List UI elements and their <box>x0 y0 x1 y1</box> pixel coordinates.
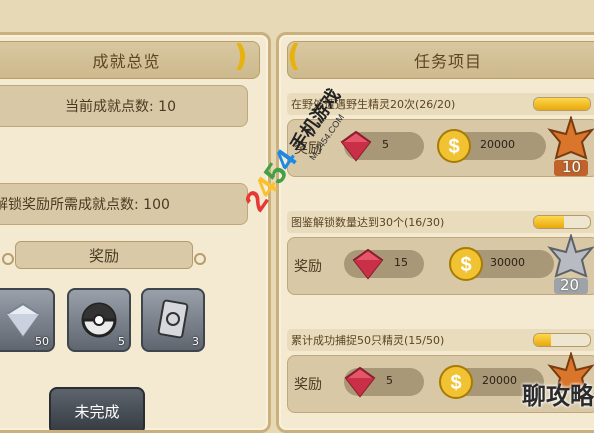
task-reward-row: 奖励 15 $ 30000 20 <box>287 234 594 295</box>
reward-label: 奖励 <box>294 377 322 393</box>
svg-text:$: $ <box>460 254 471 276</box>
task-item: 图鉴解锁数量达到30个(16/30) 奖励 15 $ 30000 20 <box>287 211 594 323</box>
task-progress-fill <box>534 98 590 110</box>
reward-label: 奖励 <box>294 259 322 275</box>
medal-count: 10 <box>562 158 582 176</box>
header-hook-icon: ( <box>287 39 301 74</box>
task-title-bar: 图鉴解锁数量达到30个(16/30) <box>287 211 594 233</box>
medal-count: 20 <box>560 276 580 294</box>
reward-slot-card[interactable]: 3 <box>141 288 205 352</box>
task-progress-fill <box>534 334 551 346</box>
coin-icon: $ <box>449 247 483 281</box>
coin-count: 20000 <box>482 374 517 387</box>
claim-button[interactable]: 未完成 <box>49 387 145 430</box>
gem-count: 5 <box>386 374 393 387</box>
ruby-icon <box>352 248 384 280</box>
svg-text:$: $ <box>450 372 461 394</box>
reward-slot-diamond[interactable]: 50 <box>0 288 55 352</box>
coin-icon: $ <box>439 365 473 399</box>
ruby-icon <box>344 366 376 398</box>
coin-icon: $ <box>437 129 471 163</box>
reward-title-text: 奖励 <box>88 246 119 265</box>
slot-count: 5 <box>118 335 125 348</box>
reward-title: 奖励 <box>2 241 206 269</box>
achievement-overview-panel: 成就总览 ) 当前成就点数: 10 解锁奖励所需成就点数: 100 奖励 50 … <box>0 32 271 433</box>
gem-count: 15 <box>394 256 408 269</box>
coin-count: 30000 <box>490 256 525 269</box>
task-title: 累计成功捕捉50只精灵(15/50) <box>291 334 445 347</box>
task-progress-fill <box>534 216 564 228</box>
current-points-text: 当前成就点数: 10 <box>65 99 176 115</box>
task-title: 图鉴解锁数量达到30个(16/30) <box>291 216 445 229</box>
panel-title: 成就总览 <box>92 52 161 71</box>
site-watermark-text: 聊攻略 <box>522 382 594 410</box>
panel-header: 任务项目 <box>287 41 594 79</box>
header-hook-icon: ) <box>234 39 248 74</box>
task-progress-bar <box>533 215 591 229</box>
task-progress-bar <box>533 333 591 347</box>
coin-count: 20000 <box>480 138 515 151</box>
panel-header: 成就总览 <box>0 41 260 79</box>
reward-slot-pokeball[interactable]: 5 <box>67 288 131 352</box>
required-points-text: 解锁奖励所需成就点数: 100 <box>0 197 170 213</box>
gem-count: 5 <box>382 138 389 151</box>
panel-title: 任务项目 <box>413 52 482 71</box>
svg-text:$: $ <box>448 136 459 158</box>
current-points-box: 当前成就点数: 10 <box>0 85 248 127</box>
task-progress-bar <box>533 97 591 111</box>
task-title-bar: 累计成功捕捉50只精灵(15/50) <box>287 329 594 351</box>
slot-count: 50 <box>35 335 49 348</box>
slot-count: 3 <box>192 335 199 348</box>
claim-button-label: 未完成 <box>74 402 120 421</box>
required-points-box: 解锁奖励所需成就点数: 100 <box>0 183 248 225</box>
